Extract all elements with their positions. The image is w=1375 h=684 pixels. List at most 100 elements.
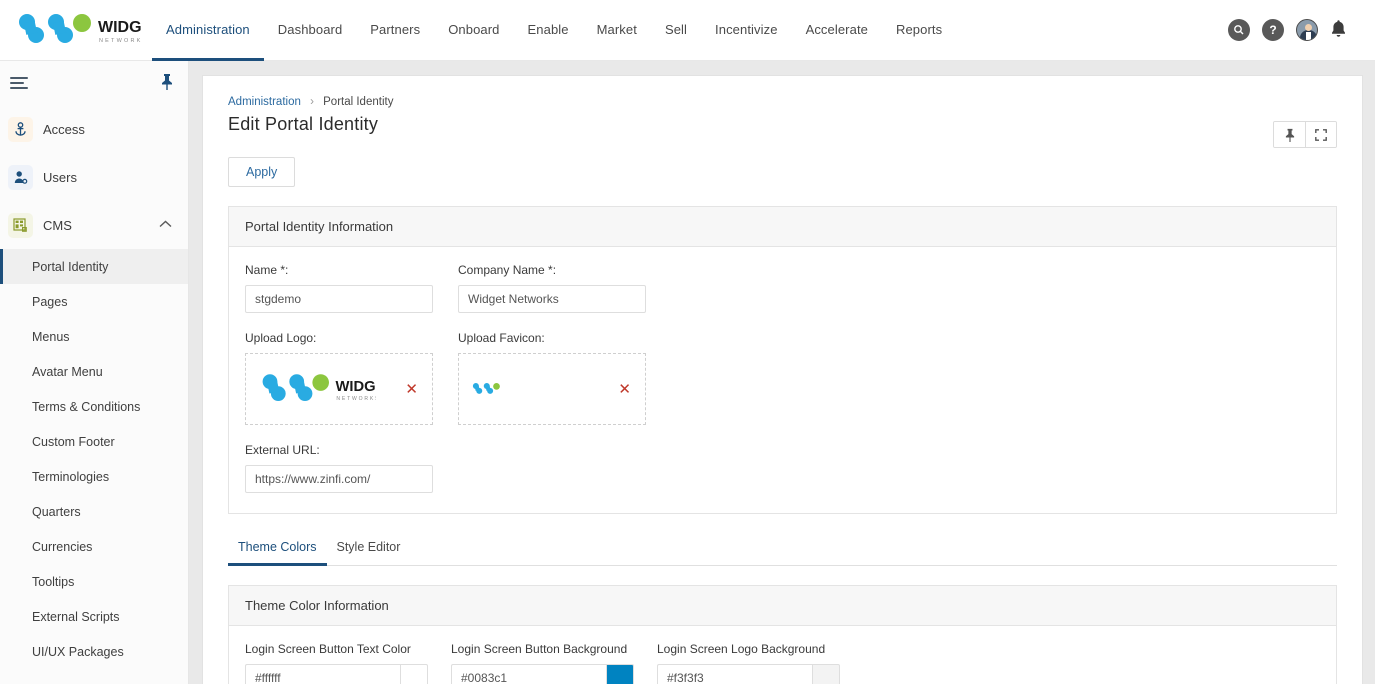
login-button-text-color-label: Login Screen Button Text Color [245,642,428,656]
tab-style-editor[interactable]: Style Editor [327,532,411,566]
login-button-text-color-group: Login Screen Button Text Color [245,642,428,684]
nav-dashboard[interactable]: Dashboard [264,0,357,61]
panel-title-identity: Portal Identity Information [229,207,1336,247]
panel-body-identity: Name *: Company Name *: Upload Logo: [229,247,1336,513]
nav-market[interactable]: Market [583,0,651,61]
page-title: Edit Portal Identity [203,108,1362,135]
tab-theme-colors[interactable]: Theme Colors [228,532,327,566]
nav-incentivize[interactable]: Incentivize [701,0,792,61]
notifications-bell-icon[interactable] [1330,19,1347,42]
login-logo-background-input[interactable] [657,664,812,684]
main-content-area: Administration › Portal Identity Edit Po… [189,61,1375,684]
login-button-background-control [451,664,634,684]
grid-layout-glyph [13,218,28,233]
sidebar-item-quarters[interactable]: Quarters [0,494,188,529]
sidebar-item-portal-identity[interactable]: Portal Identity [0,249,188,284]
nav-sell[interactable]: Sell [651,0,701,61]
nav-onboard[interactable]: Onboard [434,0,513,61]
breadcrumb-current: Portal Identity [323,96,393,108]
nav-partners[interactable]: Partners [356,0,434,61]
theme-tabs: Theme Colors Style Editor [228,532,1337,566]
company-name-label: Company Name *: [458,263,646,277]
header-icon-group: ? [1228,19,1375,42]
upload-favicon-label: Upload Favicon: [458,331,646,345]
sidebar-item-custom-footer[interactable]: Custom Footer [0,424,188,459]
sidebar-item-menus[interactable]: Menus [0,319,188,354]
nav-reports[interactable]: Reports [882,0,956,61]
upload-logo-dropzone[interactable]: WIDGET NETWORKS ✕ [245,353,433,425]
name-label: Name *: [245,263,433,277]
color-fields-row: Login Screen Button Text Color Login Scr… [245,642,1320,684]
card-expand-button[interactable] [1305,122,1336,147]
name-input[interactable] [245,285,433,313]
pin-icon [1284,128,1296,142]
nav-enable[interactable]: Enable [514,0,583,61]
widget-networks-logo-icon: WIDGET NETWORKS [14,13,142,47]
sidebar-pin-icon[interactable] [160,73,174,94]
upload-favicon-group: Upload Favicon: ✕ [458,331,646,425]
login-button-background-swatch[interactable] [606,664,634,684]
upload-logo-group: Upload Logo: WIDGET N [245,331,433,425]
help-icon[interactable]: ? [1262,19,1284,41]
sidebar-top-controls [0,61,188,105]
remove-logo-icon[interactable]: ✕ [405,382,418,397]
portal-identity-information-panel: Portal Identity Information Name *: Comp… [228,206,1337,514]
uploaded-favicon-preview-icon [471,379,501,399]
card-pin-button[interactable] [1274,122,1305,147]
name-row: Name *: Company Name *: [245,263,1320,313]
hamburger-menu-icon[interactable] [10,77,28,89]
sidebar-item-pages[interactable]: Pages [0,284,188,319]
portal-identity-card: Administration › Portal Identity Edit Po… [202,75,1363,684]
expand-icon [1315,129,1327,141]
users-icon [8,165,33,190]
name-field-group: Name *: [245,263,433,313]
avatar-head [1305,24,1312,31]
upload-favicon-dropzone[interactable]: ✕ [458,353,646,425]
login-button-background-input[interactable] [451,664,606,684]
svg-text:WIDGET: WIDGET [335,379,376,395]
breadcrumb: Administration › Portal Identity [203,76,1362,108]
remove-favicon-icon[interactable]: ✕ [618,382,631,397]
upload-row: Upload Logo: WIDGET N [245,331,1320,425]
external-url-input[interactable] [245,465,433,493]
sidebar-item-avatar-menu[interactable]: Avatar Menu [0,354,188,389]
login-button-background-group: Login Screen Button Background [451,642,634,684]
sidebar-item-access[interactable]: Access [0,105,188,153]
theme-color-information-panel: Theme Color Information Login Screen But… [228,585,1337,684]
top-header-bar: WIDGET NETWORKS Administration Dashboard… [0,0,1375,61]
login-button-text-color-swatch[interactable] [400,664,428,684]
primary-navigation: Administration Dashboard Partners Onboar… [152,0,956,61]
login-logo-background-label: Login Screen Logo Background [657,642,840,656]
svg-text:WIDGET: WIDGET [98,19,142,36]
login-logo-background-group: Login Screen Logo Background [657,642,840,684]
card-action-buttons [1273,121,1337,148]
login-button-background-label: Login Screen Button Background [451,642,634,656]
nav-administration[interactable]: Administration [152,0,264,61]
search-icon[interactable] [1228,19,1250,41]
uploaded-logo-preview-icon: WIDGET NETWORKS [258,372,376,406]
sidebar-item-terminologies[interactable]: Terminologies [0,459,188,494]
sidebar-item-label-cms: CMS [43,218,72,233]
external-url-row: External URL: [245,443,1320,493]
pin-glyph [160,73,174,90]
login-button-text-color-input[interactable] [245,664,400,684]
sidebar-item-cms[interactable]: CMS [0,201,188,249]
brand-logo[interactable]: WIDGET NETWORKS [0,13,152,47]
chevron-up-icon[interactable] [159,220,172,231]
company-name-input[interactable] [458,285,646,313]
sidebar-item-external-scripts[interactable]: External Scripts [0,599,188,634]
sidebar-item-users[interactable]: Users [0,153,188,201]
login-logo-background-swatch[interactable] [812,664,840,684]
bell-glyph [1330,19,1347,38]
company-name-field-group: Company Name *: [458,263,646,313]
avatar[interactable] [1296,19,1318,41]
sidebar-item-terms-conditions[interactable]: Terms & Conditions [0,389,188,424]
sidebar-item-tooltips[interactable]: Tooltips [0,564,188,599]
sidebar-item-currencies[interactable]: Currencies [0,529,188,564]
nav-accelerate[interactable]: Accelerate [792,0,882,61]
search-glyph [1233,24,1245,36]
breadcrumb-administration[interactable]: Administration [228,96,301,108]
cms-icon [8,213,33,238]
apply-button[interactable]: Apply [228,157,295,187]
sidebar-item-ui-ux-packages[interactable]: UI/UX Packages [0,634,188,669]
